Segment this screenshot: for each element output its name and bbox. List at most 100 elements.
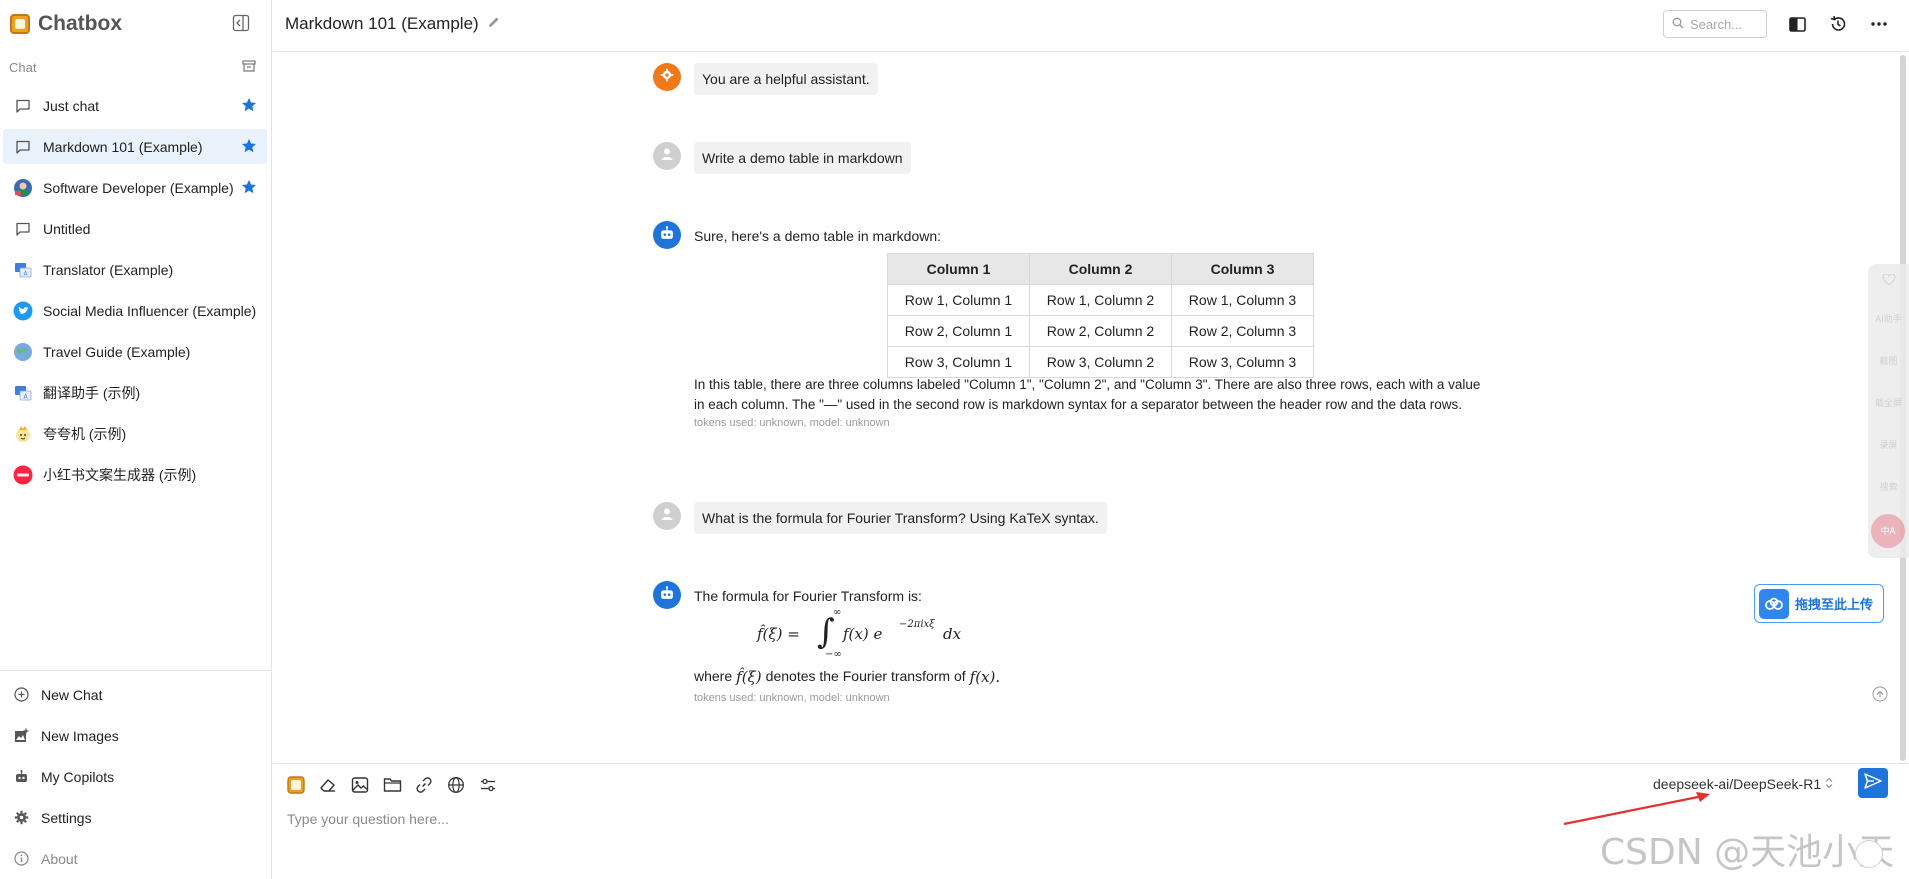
assistant-avatar: [653, 221, 681, 249]
cloud-upload-icon: [1759, 588, 1789, 619]
split-view-icon[interactable]: [1787, 14, 1807, 34]
table-cell: Row 3, Column 2: [1029, 346, 1172, 378]
chat-bubble-icon: [12, 136, 34, 158]
twitter-bird-avatar-icon: [12, 300, 34, 322]
folder-icon[interactable]: [381, 774, 403, 796]
table-header-cell: Column 3: [1171, 253, 1314, 285]
sidebar-item-praise-bot[interactable]: 夸夸机 (示例): [3, 416, 267, 451]
sidebar-item-markdown-101[interactable]: Markdown 101 (Example): [3, 129, 267, 164]
web-globe-icon[interactable]: [445, 774, 467, 796]
sidebar-item-untitled[interactable]: Untitled: [3, 211, 267, 246]
user-message-text: Write a demo table in markdown: [694, 142, 911, 174]
sidebar-item-label: 夸夸机 (示例): [43, 425, 127, 442]
sidebar-item-translation-assistant[interactable]: A 翻译助手 (示例): [3, 375, 267, 410]
about-label: About: [41, 850, 78, 867]
sidebar-item-social-media-influencer[interactable]: Social Media Influencer (Example): [3, 293, 267, 328]
send-button[interactable]: [1858, 768, 1888, 798]
annotation-arrow-icon: [1563, 792, 1710, 826]
archive-icon[interactable]: [241, 58, 257, 74]
send-paper-plane-icon: [1864, 772, 1882, 794]
table-cell: Row 1, Column 3: [1171, 284, 1314, 316]
message-list: You are a helpful assistant. Write a dem…: [273, 53, 1909, 763]
user-message-text: What is the formula for Fourier Transfor…: [694, 502, 1107, 534]
sidebar-item-label: Software Developer (Example): [43, 179, 234, 196]
side-panel-item-screenshot[interactable]: 截图: [1868, 354, 1909, 367]
settings-sliders-icon[interactable]: [477, 774, 499, 796]
history-icon[interactable]: [1828, 14, 1848, 34]
sidebar-item-travel-guide[interactable]: Travel Guide (Example): [3, 334, 267, 369]
chevron-updown-icon: [1825, 776, 1833, 792]
sidebar-item-label: Untitled: [43, 220, 91, 237]
explanation-mid: denotes the Fourier transform of: [765, 668, 966, 684]
settings-button[interactable]: Settings: [0, 797, 271, 838]
side-panel-item-fullscreen-shot[interactable]: 截全屏: [1868, 396, 1909, 409]
chat-bubble-icon: [12, 218, 34, 240]
table-row: Row 1, Column 1 Row 1, Column 2 Row 1, C…: [887, 284, 1314, 316]
token-usage-meta: tokens used: unknown, model: unknown: [694, 692, 890, 704]
paragraph-line: In this table, there are three columns l…: [694, 377, 1481, 392]
new-images-label: New Images: [41, 727, 119, 744]
chat-section-header: Chat: [9, 60, 257, 75]
star-icon[interactable]: [241, 179, 257, 195]
table-header-cell: Column 2: [1029, 253, 1172, 285]
new-chat-button[interactable]: New Chat: [0, 674, 271, 715]
eraser-icon[interactable]: [317, 774, 339, 796]
chat-bubble-icon: [12, 95, 34, 117]
side-panel-item-ai[interactable]: AI助手: [1868, 312, 1909, 325]
sidebar-item-label: Markdown 101 (Example): [43, 138, 203, 155]
markdown-table: Column 1 Column 2 Column 3 Row 1, Column…: [887, 253, 1314, 378]
user-message: Write a demo table in markdown: [653, 142, 1533, 176]
sidebar-item-software-developer[interactable]: Software Developer (Example): [3, 170, 267, 205]
star-icon[interactable]: [241, 138, 257, 154]
gear-icon: [660, 68, 674, 87]
user-message: What is the formula for Fourier Transfor…: [653, 502, 1533, 536]
sidebar-item-just-chat[interactable]: Just chat: [3, 88, 267, 123]
more-options-icon[interactable]: [1869, 14, 1889, 34]
formula-explanation: where f̂(ξ) denotes the Fourier transfor…: [694, 668, 1000, 686]
chat-list: Just chat Markdown 101 (Example) Softwar…: [3, 88, 267, 498]
scroll-to-top-icon[interactable]: [1872, 686, 1888, 702]
robot-icon: [659, 225, 675, 246]
app-name: Chatbox: [38, 12, 122, 35]
image-upload-icon[interactable]: [349, 774, 371, 796]
explanation-fx: f(x).: [969, 668, 1001, 686]
chat-section-label: Chat: [9, 60, 37, 75]
chatbox-copilot-icon[interactable]: [285, 774, 307, 796]
sidebar-item-translator[interactable]: A Translator (Example): [3, 252, 267, 287]
robot-icon: [13, 769, 29, 785]
formula-exponent: −2πixξ: [899, 619, 935, 630]
edit-pencil-icon[interactable]: [487, 14, 501, 34]
sidebar-footer: New Chat New Images My Copilots Settings…: [0, 670, 271, 879]
formula-dx: dx: [943, 625, 962, 643]
image-plus-icon: [13, 728, 29, 744]
table-cell: Row 2, Column 1: [887, 315, 1030, 347]
user-avatar: [653, 142, 681, 170]
assistant-intro: Sure, here's a demo table in markdown:: [694, 228, 942, 244]
heart-icon[interactable]: [1868, 273, 1909, 288]
side-panel-item-translate[interactable]: 中A: [1871, 514, 1905, 548]
search-input[interactable]: Search...: [1663, 10, 1767, 38]
drag-upload-button[interactable]: 拖拽至此上传: [1754, 584, 1884, 623]
floating-circle-icon[interactable]: [1855, 840, 1883, 868]
side-panel-item-search[interactable]: 搜索: [1868, 480, 1909, 493]
new-images-button[interactable]: New Images: [0, 715, 271, 756]
link-icon[interactable]: [413, 774, 435, 796]
about-button[interactable]: About: [0, 838, 271, 879]
search-icon: [1672, 17, 1684, 32]
formula-lower-limit: −∞: [825, 649, 842, 660]
star-icon[interactable]: [241, 97, 257, 113]
translator-avatar-icon: A: [12, 259, 34, 281]
upload-label: 拖拽至此上传: [1795, 597, 1874, 612]
new-chat-label: New Chat: [41, 686, 103, 703]
person-icon: [660, 147, 674, 166]
sidebar-item-xiaohongshu-generator[interactable]: 小红书文案生成器 (示例): [3, 457, 267, 492]
side-panel-item-record[interactable]: 录屏: [1868, 438, 1909, 451]
table-row: Row 2, Column 1 Row 2, Column 2 Row 2, C…: [887, 315, 1314, 347]
collapse-sidebar-icon[interactable]: [232, 14, 250, 32]
sidebar-item-label: Travel Guide (Example): [43, 343, 191, 360]
table-cell: Row 1, Column 2: [1029, 284, 1172, 316]
search-placeholder: Search...: [1690, 16, 1743, 32]
my-copilots-button[interactable]: My Copilots: [0, 756, 271, 797]
conversation-title-text: Markdown 101 (Example): [285, 14, 479, 33]
conversation-title: Markdown 101 (Example): [285, 14, 501, 34]
